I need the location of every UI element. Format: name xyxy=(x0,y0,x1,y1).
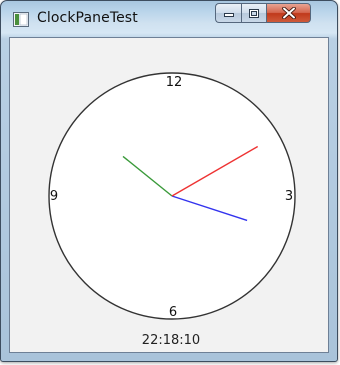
clock-pane: 12 3 6 9 22:18:10 xyxy=(9,37,329,353)
title-bar[interactable]: ClockPaneTest xyxy=(1,1,337,37)
clock-number-3: 3 xyxy=(285,189,293,204)
window-title: ClockPaneTest xyxy=(37,10,138,26)
clock-number-12: 12 xyxy=(166,75,183,90)
app-window: ClockPaneTest 12 3 6 9 22:18:10 xyxy=(0,0,338,362)
clock-number-6: 6 xyxy=(169,305,177,320)
clock: 12 3 6 9 xyxy=(48,72,296,320)
close-icon xyxy=(281,7,296,19)
window-controls xyxy=(215,3,311,23)
clock-number-9: 9 xyxy=(50,189,58,204)
time-readout: 22:18:10 xyxy=(141,333,201,348)
app-icon xyxy=(13,12,29,27)
minimize-icon xyxy=(223,13,234,17)
close-button[interactable] xyxy=(267,3,311,23)
maximize-icon xyxy=(249,8,259,18)
maximize-button[interactable] xyxy=(241,3,267,23)
minimize-button[interactable] xyxy=(215,3,241,23)
